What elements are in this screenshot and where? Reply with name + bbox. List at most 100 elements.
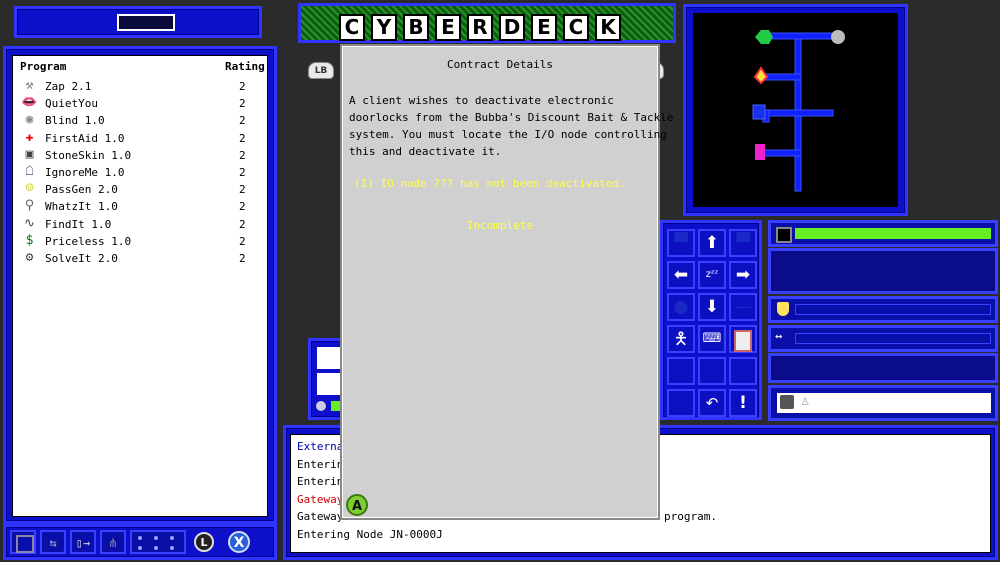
health-bar-fill bbox=[795, 228, 991, 239]
top-left-status-panel bbox=[14, 6, 262, 38]
program-row[interactable]: ⚲ WhatzIt 1.0 2 bbox=[21, 198, 271, 215]
double-arrow-icon: ↔ bbox=[775, 329, 783, 343]
x-button[interactable]: X bbox=[228, 531, 250, 553]
nav-cell-blank-7[interactable] bbox=[729, 357, 757, 385]
log-line: Entering Node JN-0000J bbox=[297, 527, 443, 541]
log-line: Gateway bbox=[297, 492, 344, 506]
title-letter-tile: R bbox=[467, 14, 493, 41]
program-row[interactable]: ⚙ SolveIt 2.0 2 bbox=[21, 250, 271, 267]
dollar-icon: $ bbox=[25, 232, 34, 248]
program-rating: 2 bbox=[239, 252, 246, 265]
title-letter-tile: D bbox=[499, 14, 525, 41]
navigation-grid-panel: ▀ ⬆ ▀ ⬅ zᶻᶻ ➡ ● ⬇ — 🯅 ⌨ ↶ ! bbox=[660, 220, 762, 420]
a-button-label: A bbox=[351, 499, 363, 514]
a-button[interactable]: A bbox=[346, 494, 368, 516]
dialog-body-line: doorlocks from the Bubba's Discount Bait… bbox=[349, 111, 674, 124]
map-corridor-mid2 bbox=[762, 109, 834, 117]
tree-icon: ⋔ bbox=[107, 536, 119, 550]
nav-cell-blank-3[interactable]: ● bbox=[667, 293, 695, 321]
program-row[interactable]: ◉ Blind 1.0 2 bbox=[21, 112, 271, 129]
program-row[interactable]: ▣ StoneSkin 1.0 2 bbox=[21, 147, 271, 164]
title-letter-tile: E bbox=[435, 14, 461, 41]
program-row[interactable]: ✚ FirstAid 1.0 2 bbox=[21, 130, 271, 147]
hammer-icon: ⚒ bbox=[25, 78, 34, 93]
program-name: Zap 2.1 bbox=[45, 80, 92, 93]
chip-icon bbox=[16, 535, 34, 553]
rating-column-header: Rating bbox=[225, 60, 265, 73]
chip-icon bbox=[776, 227, 792, 243]
nav-cell-blank-1[interactable]: ▀ bbox=[667, 229, 695, 257]
arrow-left-icon: ⬅ bbox=[673, 265, 689, 285]
log-line-fragment: program. bbox=[664, 510, 717, 523]
program-list-panel: Program Rating ⚒ Zap 2.1 2 👄 QuietYou 2 ◉ Blind… bbox=[3, 46, 277, 524]
program-column-header: Program bbox=[20, 60, 67, 73]
program-row[interactable]: $ Priceless 1.0 2 bbox=[21, 233, 271, 250]
arrow-up-icon: ⬆ bbox=[704, 233, 720, 253]
figure-outline-icon: ♙ bbox=[801, 393, 810, 409]
dialog-body: A client wishes to deactivate electronic… bbox=[349, 92, 674, 160]
nav-cell-blank-2[interactable]: ▀ bbox=[729, 229, 757, 257]
status-display bbox=[117, 14, 175, 31]
program-row[interactable]: 👄 QuietYou 2 bbox=[21, 95, 271, 112]
network-map bbox=[693, 13, 898, 207]
x-button-label: X bbox=[233, 535, 245, 551]
map-node-green bbox=[755, 30, 773, 44]
program-row[interactable]: ☖ IgnoreMe 1.0 2 bbox=[21, 164, 271, 181]
program-name: WhatzIt 1.0 bbox=[45, 200, 118, 214]
nav-document-button[interactable] bbox=[729, 325, 757, 353]
inventory-panel: ♙ bbox=[768, 385, 998, 421]
program-row[interactable]: ⚒ Zap 2.1 2 bbox=[21, 78, 271, 95]
person-icon: 🯅 bbox=[673, 329, 689, 349]
magnifier-icon: ⚲ bbox=[24, 198, 35, 214]
dialog-objective: (I) IO node ??? has not been deactivated… bbox=[354, 177, 626, 190]
armor-icon bbox=[780, 395, 794, 409]
program-name: IgnoreMe 1.0 bbox=[45, 166, 125, 179]
shield-icon bbox=[777, 302, 789, 316]
info-panel-1 bbox=[768, 248, 998, 294]
title-letter-tile: B bbox=[403, 14, 429, 41]
nav-rest-button[interactable]: zᶻᶻ bbox=[698, 261, 726, 289]
nav-right-button[interactable]: ➡ bbox=[729, 261, 757, 289]
nav-terminal-button[interactable]: ⌨ bbox=[698, 325, 726, 353]
log-line: Externa bbox=[297, 440, 344, 453]
network-map-panel bbox=[683, 4, 908, 216]
program-row[interactable]: ☺ PassGen 2.0 2 bbox=[21, 181, 271, 198]
nav-cell-blank-6[interactable] bbox=[698, 357, 726, 385]
map-node-magenta bbox=[755, 144, 765, 160]
map-node-player bbox=[753, 66, 769, 85]
toolbar-slot-2[interactable]: ⇆ bbox=[40, 530, 66, 554]
nav-cell-blank-5[interactable] bbox=[667, 357, 695, 385]
program-name: FirstAid 1.0 bbox=[45, 131, 125, 145]
nav-persona-button[interactable]: 🯅 bbox=[667, 325, 695, 353]
l-button[interactable]: L bbox=[194, 532, 214, 552]
program-row[interactable]: ∿ FindIt 1.0 2 bbox=[21, 216, 271, 233]
ghost-figure-icon: ☖ bbox=[25, 164, 34, 179]
nav-alert-button[interactable]: ! bbox=[729, 389, 757, 417]
health-bar-track bbox=[795, 228, 991, 239]
health-bar-panel bbox=[768, 220, 998, 247]
lb-button[interactable]: LB bbox=[308, 62, 334, 79]
program-name: SolveIt 2.0 bbox=[45, 252, 118, 265]
nav-cell-blank-8[interactable] bbox=[667, 389, 695, 417]
gear-icon: ⚙ bbox=[25, 250, 34, 265]
jack-out-icon: ↶ bbox=[705, 394, 719, 412]
link-bar-panel: ↔ bbox=[768, 325, 998, 352]
program-name: Blind 1.0 bbox=[45, 114, 105, 128]
program-rating: 2 bbox=[239, 80, 246, 93]
nav-jackout-button[interactable]: ↶ bbox=[698, 389, 726, 417]
nav-down-button[interactable]: ⬇ bbox=[698, 293, 726, 321]
nav-up-button[interactable]: ⬆ bbox=[698, 229, 726, 257]
map-node-grey bbox=[831, 30, 845, 44]
nav-cell-blank-4[interactable]: — bbox=[729, 293, 757, 321]
program-rating: 2 bbox=[239, 131, 246, 145]
toolbar-slot-4[interactable]: ⋔ bbox=[100, 530, 126, 554]
toolbar-slot-3[interactable]: ▯→ bbox=[70, 530, 96, 554]
toolbar-slot-1[interactable] bbox=[10, 530, 36, 554]
lb-label: LB bbox=[314, 66, 328, 76]
nav-left-button[interactable]: ⬅ bbox=[667, 261, 695, 289]
shield-bar-track bbox=[795, 304, 991, 315]
contract-details-dialog: Contract Details A client wishes to deac… bbox=[340, 44, 674, 520]
red-cross-icon: ✚ bbox=[25, 129, 34, 145]
mask-icon: ◉ bbox=[25, 112, 34, 128]
title-letter-tile: E bbox=[531, 14, 557, 41]
